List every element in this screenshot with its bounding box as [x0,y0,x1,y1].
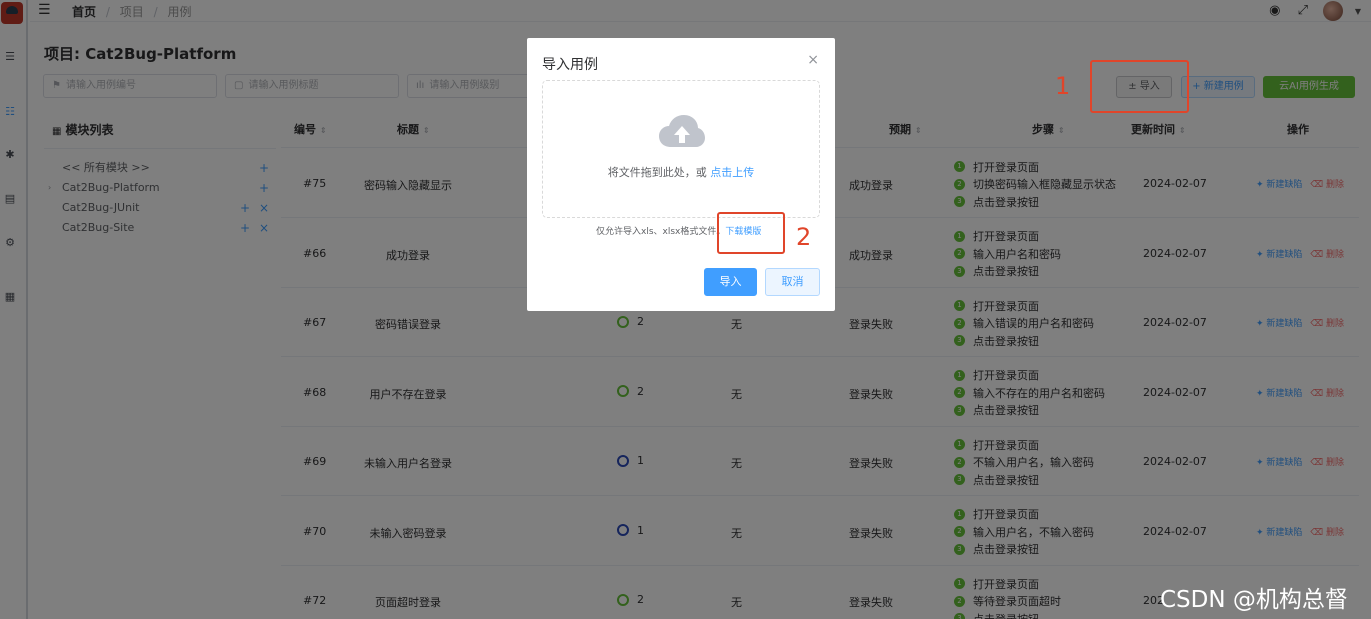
dialog-title: 导入用例 [542,57,598,73]
close-icon[interactable]: × [807,52,819,68]
confirm-import-button[interactable]: 导入 [704,268,757,296]
upload-dropzone[interactable]: 将文件拖到此处，或 点击上传 [542,80,820,218]
watermark: CSDN @机构总督 [1160,587,1348,613]
dropzone-text: 将文件拖到此处，或 点击上传 [543,164,819,180]
annotation-number-1: 1 [1055,72,1071,100]
cancel-button[interactable]: 取消 [765,268,820,296]
upload-tip-text: 仅允许导入xls、xlsx格式文件。 [596,227,726,237]
upload-cloud-icon [659,115,705,147]
annotation-box-2 [717,212,785,254]
import-dialog: 导入用例 × 将文件拖到此处，或 点击上传 仅允许导入xls、xlsx格式文件。… [527,38,835,311]
annotation-number-2: 2 [796,223,812,251]
dropzone-hint: 将文件拖到此处，或 [607,166,707,179]
annotation-box-1 [1090,60,1189,113]
click-upload-link[interactable]: 点击上传 [710,166,754,179]
